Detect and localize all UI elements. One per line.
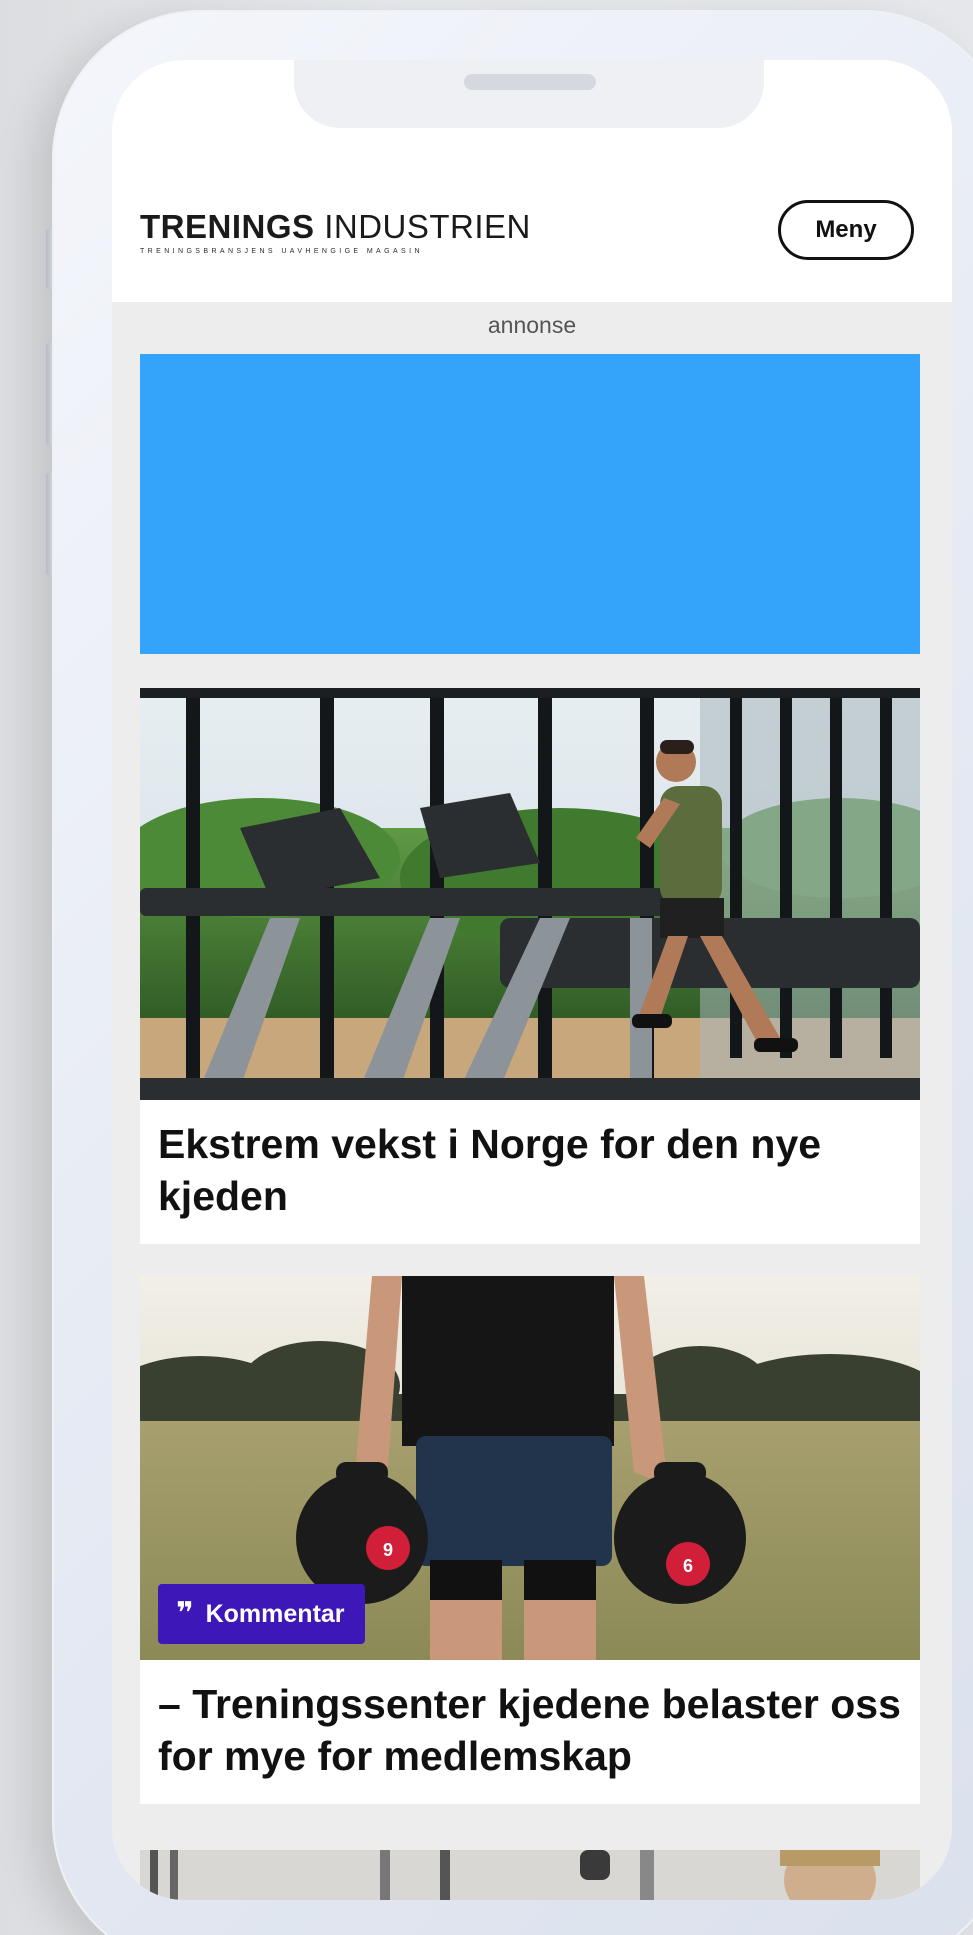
kettlebell-field-photo[interactable]: 9 6 ❞ Kommentar	[140, 1276, 920, 1660]
phone-frame: TRENINGS INDUSTRIEN TRENINGSBRANSJENS UA…	[52, 10, 973, 1935]
quote-icon: ❞	[176, 1596, 194, 1631]
article-title[interactable]: Ekstrem vekst i Norge for den nye kjeden	[140, 1100, 920, 1244]
site-logo[interactable]: TRENINGS INDUSTRIEN TRENINGSBRANSJENS UA…	[140, 208, 531, 255]
phone-screen: TRENINGS INDUSTRIEN TRENINGSBRANSJENS UA…	[112, 60, 952, 1900]
device-mockup: TRENINGS INDUSTRIEN TRENINGSBRANSJENS UA…	[0, 0, 973, 1935]
article-card[interactable]: 9 6 ❞ Kommentar – Treningssenter kjedene…	[140, 1276, 920, 1804]
logo-wordmark: TRENINGS INDUSTRIEN	[140, 208, 531, 246]
badge-label: Kommentar	[205, 1599, 345, 1628]
treadmill-gym-photo[interactable]	[140, 688, 920, 1100]
phone-speaker	[464, 74, 596, 90]
phone-notch	[294, 60, 764, 128]
treadmill-gym-image	[140, 688, 920, 1100]
logo-bold-text: TRENINGS	[140, 208, 315, 245]
article-card[interactable]	[140, 1850, 920, 1900]
svg-text:9: 9	[383, 1540, 393, 1560]
svg-text:6: 6	[683, 1556, 693, 1576]
article-title[interactable]: – Treningssenter kjedene belaster oss fo…	[140, 1660, 920, 1804]
ad-label: annonse	[487, 312, 577, 338]
comment-badge[interactable]: ❞ Kommentar	[158, 1584, 365, 1644]
logo-light-text: INDUSTRIEN	[324, 208, 531, 245]
menu-button[interactable]: Meny	[778, 200, 914, 260]
gym-people-image	[140, 1850, 920, 1900]
article-card[interactable]: Ekstrem vekst i Norge for den nye kjeden	[140, 688, 920, 1244]
logo-tagline: TRENINGSBRANSJENS UAVHENGIGE MAGASIN	[140, 248, 423, 255]
gym-people-photo[interactable]	[140, 1850, 920, 1900]
ad-banner[interactable]	[140, 354, 920, 654]
